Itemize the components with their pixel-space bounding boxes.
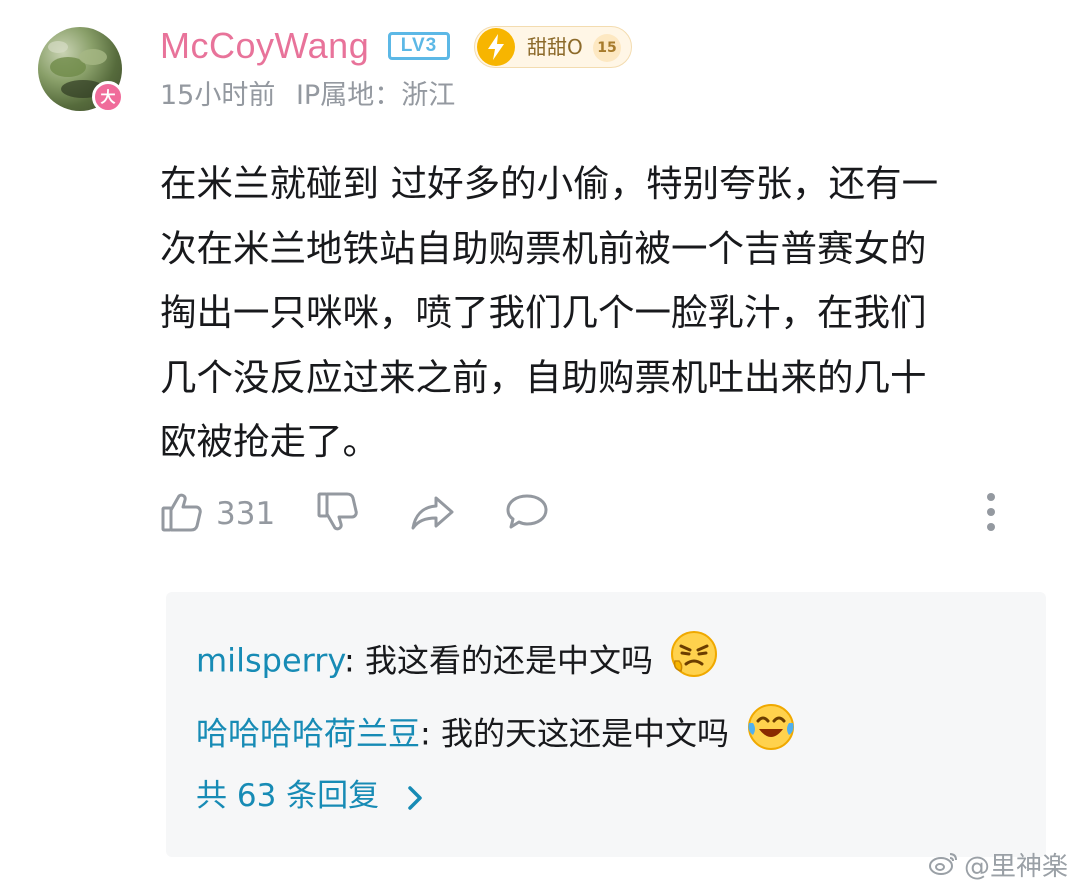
laughing-crying-emoji [745, 701, 797, 764]
username[interactable]: McCoyWang [160, 24, 369, 68]
watermark: @里神楽 [928, 849, 1068, 886]
reply-username[interactable]: 哈哈哈哈荷兰豆 [196, 715, 420, 753]
reply-username[interactable]: milsperry [196, 642, 344, 680]
watermark-text: @里神楽 [963, 852, 1068, 882]
chevron-right-icon [408, 785, 422, 810]
reply-text: 我这看的还是中文吗 [364, 641, 653, 680]
more-icon [987, 493, 995, 531]
weibo-icon [928, 849, 960, 886]
ip-location: IP属地：浙江 [295, 80, 456, 111]
more-button[interactable] [978, 490, 1004, 538]
angry-face-emoji [669, 629, 719, 690]
reply-separator: : [343, 641, 365, 680]
share-button[interactable] [410, 490, 456, 538]
avatar-badge: 大 [92, 81, 124, 113]
comment-button[interactable] [504, 490, 550, 538]
like-button[interactable] [160, 490, 204, 538]
thumb-up-icon [161, 493, 202, 532]
post-meta: 15小时前 IP属地：浙江 [160, 78, 455, 114]
share-icon [411, 496, 454, 530]
thumb-down-icon [317, 492, 358, 531]
reply-preview[interactable]: milsperry: 我这看的还是中文吗 哈哈哈哈荷兰豆: 我的天这还是中文吗 [166, 592, 1046, 857]
level-badge: LV3 [388, 32, 450, 60]
dislike-button[interactable] [316, 490, 360, 538]
reply-count-label: 共 63 条回复 [196, 778, 380, 814]
action-bar: 331 [0, 480, 1080, 550]
comment-icon [506, 494, 548, 529]
view-all-replies-link[interactable]: 共 63 条回复 [196, 774, 427, 818]
post-time: 15小时前 [160, 80, 276, 111]
fan-badge[interactable]: 甜甜O 15 [474, 26, 632, 68]
like-count: 331 [216, 496, 276, 532]
reply-item[interactable]: 哈哈哈哈荷兰豆: 我的天这还是中文吗 [196, 704, 797, 767]
lightning-icon [477, 28, 515, 66]
reply-item[interactable]: milsperry: 我这看的还是中文吗 [196, 629, 719, 693]
comment-text: 在米兰就碰到 过好多的小偷，特别夸张，还有一 次在米兰地铁站自助购票机前被一个吉… [160, 162, 939, 463]
fan-badge-level: 15 [593, 34, 621, 62]
reply-separator: : [420, 714, 441, 753]
reply-text: 我的天这还是中文吗 [440, 714, 729, 753]
fan-badge-name: 甜甜O [527, 35, 583, 59]
